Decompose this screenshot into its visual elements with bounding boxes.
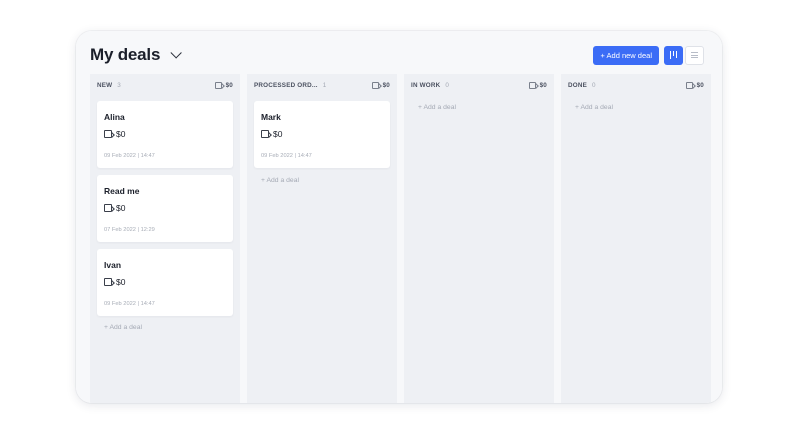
add-deal-link[interactable]: + Add a deal — [575, 104, 613, 111]
deal-date: 09 Feb 2022 | 14:47 — [104, 301, 155, 307]
list-view-icon — [691, 52, 698, 58]
document-money-icon — [371, 81, 379, 89]
deal-card[interactable]: Read me $0 07 Feb 2022 | 12:29 — [97, 175, 233, 242]
add-new-deal-button[interactable]: + Add new deal — [593, 45, 659, 65]
document-money-icon — [261, 130, 269, 138]
add-deal-link[interactable]: + Add a deal — [418, 104, 456, 111]
document-money-icon — [104, 278, 112, 286]
document-money-icon — [214, 81, 222, 89]
deal-card[interactable]: Ivan $0 09 Feb 2022 | 14:47 — [97, 249, 233, 316]
kanban-view-button[interactable] — [664, 45, 683, 65]
column-title: DONE — [568, 81, 587, 89]
document-money-icon — [104, 130, 112, 138]
column-title: NEW — [97, 81, 113, 89]
column-processed-orders: PROCESSED ORD... 1 $0 Mark $0 09 Feb 202… — [247, 74, 397, 403]
page-title: My deals — [90, 45, 161, 64]
column-new: NEW 3 $0 Alina $0 09 Feb 2022 | 14:47 Re… — [90, 74, 240, 403]
deals-page: My deals + Add new deal NEW 3 $0 Alina $… — [76, 31, 722, 403]
document-money-icon — [104, 204, 112, 212]
column-sum: $0 — [214, 81, 233, 89]
deal-card[interactable]: Mark $0 09 Feb 2022 | 14:47 — [254, 101, 390, 168]
add-deal-link[interactable]: + Add a deal — [104, 324, 142, 331]
column-count: 0 — [445, 81, 450, 89]
page-header: My deals + Add new deal — [90, 39, 704, 71]
column-count: 1 — [322, 81, 327, 89]
column-title: PROCESSED ORD... — [254, 81, 318, 89]
deal-amount: $0 — [104, 277, 125, 287]
kanban-view-icon — [670, 51, 677, 59]
app-window: My deals + Add new deal NEW 3 $0 Alina $… — [76, 31, 722, 403]
deal-card[interactable]: Alina $0 09 Feb 2022 | 14:47 — [97, 101, 233, 168]
list-view-button[interactable] — [685, 45, 704, 65]
column-in-work: IN WORK 0 $0 + Add a deal — [404, 74, 554, 403]
column-header: PROCESSED ORD... 1 $0 — [247, 74, 397, 96]
column-sum: $0 — [371, 81, 390, 89]
column-header: DONE 0 $0 — [561, 74, 711, 96]
deal-name: Ivan — [104, 260, 122, 270]
deal-date: 07 Feb 2022 | 12:29 — [104, 227, 155, 233]
deal-date: 09 Feb 2022 | 14:47 — [104, 153, 155, 159]
document-money-icon — [685, 81, 693, 89]
column-sum: $0 — [685, 81, 704, 89]
column-header: IN WORK 0 $0 — [404, 74, 554, 96]
column-count: 0 — [592, 81, 596, 89]
column-header: NEW 3 $0 — [90, 74, 240, 96]
chevron-down-icon[interactable] — [170, 47, 182, 59]
deal-amount: $0 — [104, 129, 125, 139]
column-title: IN WORK — [411, 81, 441, 89]
column-done: DONE 0 $0 + Add a deal — [561, 74, 711, 403]
column-count: 3 — [117, 81, 121, 89]
add-deal-link[interactable]: + Add a deal — [261, 177, 299, 184]
deal-name: Alina — [104, 112, 125, 122]
deal-amount: $0 — [261, 129, 282, 139]
deal-date: 09 Feb 2022 | 14:47 — [261, 153, 312, 159]
deal-name: Read me — [104, 186, 140, 196]
document-money-icon — [528, 81, 536, 89]
kanban-board: NEW 3 $0 Alina $0 09 Feb 2022 | 14:47 Re… — [90, 74, 722, 403]
deal-name: Mark — [261, 112, 281, 122]
view-toggle — [664, 45, 704, 65]
column-sum: $0 — [528, 81, 547, 89]
deal-amount: $0 — [104, 203, 125, 213]
